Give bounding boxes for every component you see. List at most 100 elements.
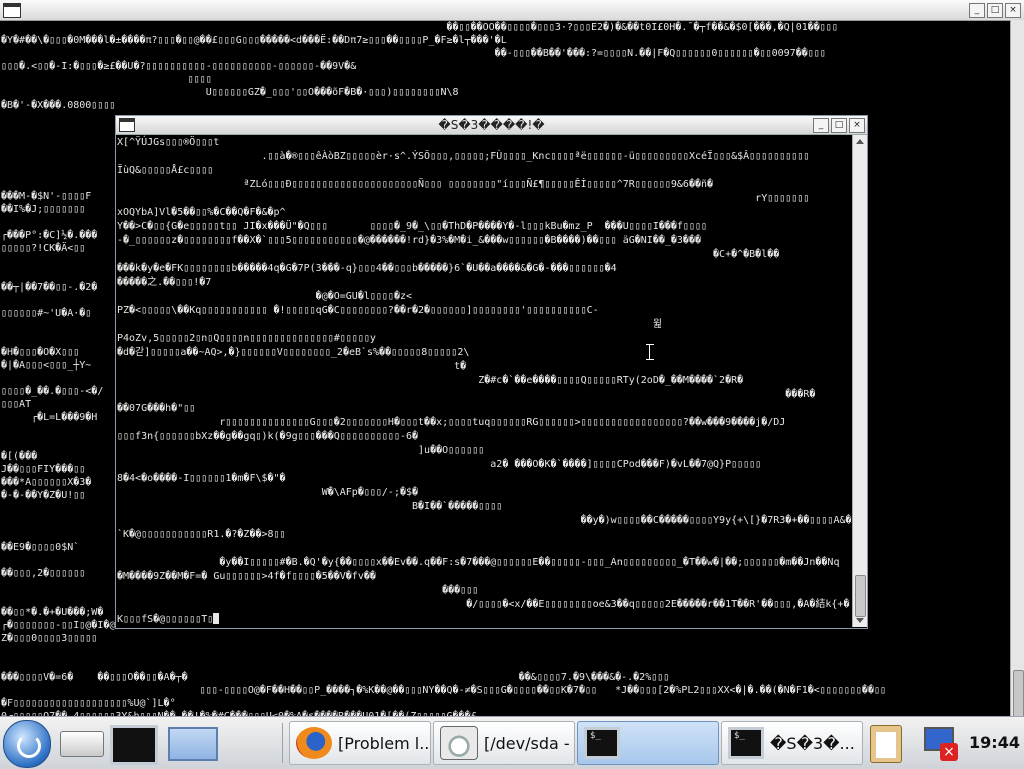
terminal-line: Z�#c�`��e����▯▯▯▯Q▯▯▯▯▯RTy(2oD�_��M����`…: [117, 375, 744, 386]
maximize-button[interactable]: □: [987, 3, 1003, 18]
terminal-line: ��▯▯��OO��▯▯▯▯�▯▯▯3·?▯▯▯E2�)�&��t0I£0H�.…: [1, 22, 838, 33]
text-cursor-icon: [646, 344, 654, 360]
terminal-line: �@�O=GU�l▯▯▯▯�z<: [117, 291, 413, 302]
task-button-label: [Problem l...: [338, 733, 430, 753]
terminal-line: �[(���: [1, 451, 38, 462]
terminal-line: t�: [117, 361, 467, 372]
terminal-line: `K�@▯▯▯▯▯▯▯▯▯▯▯R1.�?�Z��>8▯▯: [117, 529, 286, 540]
minimize-button[interactable]: _: [813, 118, 829, 133]
terminal-line: �H�▯▯▯�O�X▯▯▯: [1, 347, 80, 358]
terminal-line: �/▯▯▯▯�<x/��E▯▯▯▯▯▯▯▯oe&3��q▯▯▯▯▯2E�����…: [117, 599, 850, 610]
terminal-icon: [584, 727, 620, 759]
terminal-line: ┌�L=L���9�H: [1, 412, 98, 423]
terminal-line: X[^ŸÚJGs▯▯▯®Ö▯▯▯t: [117, 137, 220, 148]
taskbar: [Problem l... [/dev/sda - ... �S�3�... ×…: [0, 716, 1024, 769]
terminal-line: �B�'-�X���.0800▯▯▯▯: [1, 100, 116, 111]
terminal-icon: [728, 727, 764, 759]
terminal-line: J��▯▯▯FIY���▯▯: [1, 464, 86, 475]
show-desktop-icon[interactable]: [168, 727, 218, 761]
terminal-line: ��I%�J;▯▯▯▯▯▯▯: [1, 204, 86, 215]
foreground-scrollbar[interactable]: [852, 135, 867, 627]
terminal-line: 윒: [117, 319, 663, 330]
terminal-line: K▯▯▯fS�@▯▯▯▯▯▯T▯: [117, 613, 220, 626]
terminal-line: r▯▯▯▯▯▯▯▯▯▯▯▯▯▯G▯▯▯�2▯▯▯▯▯▯▯H�▯▯▯t��x;▯▯…: [117, 417, 786, 428]
terminal-line: ��07G���h�"▯▯: [117, 403, 196, 414]
terminal-line: ÏùQ&▯▯▯▯▯Å£c▯▯▯▯: [117, 165, 214, 176]
terminal-line: �����之.��▯▯▯!�7: [117, 277, 212, 288]
terminal-line: W�\AFp�▯▯▯/-;�$�: [117, 487, 419, 498]
terminal-line: 8�4<�o����-I▯▯▯▯▯▯1�m�F\$�"�: [117, 473, 286, 484]
terminal-line: ▯▯▯f3n{▯▯▯▯▯▯bXz��g��gq▯)k(�9g▯▯▯���Q▯▯▯…: [117, 431, 419, 442]
foreground-terminal-output[interactable]: X[^ŸÚJGs▯▯▯®Ö▯▯▯t .▯▯à�®▯▯▯êÀòBZ▯▯▯▯▯èr·…: [116, 135, 852, 627]
terminal-line: ��┬|��7��▯▯-.�2�: [1, 282, 98, 293]
terminal-line: �-�-��Y�Z�U!▯▯: [1, 490, 86, 501]
terminal-line: a2� ���O�K�`����]▯▯▯▯CPod���F)�vL��7@Q}P…: [117, 459, 762, 470]
terminal-line: ���M-�$N'-▯▯▯▯F: [1, 191, 92, 202]
terminal-line: rY▯▯▯▯▯▯▯: [117, 193, 810, 204]
terminal-line: �M����9Z��M�F=� Gu▯▯▯▯▯▯>4f�f▯▯▯▯�5��V�f…: [117, 571, 376, 582]
terminal-line: �C+�^�B�l��: [117, 249, 780, 260]
foreground-terminal-window[interactable]: �S�3����!� _ □ × X[^ŸÚJGs▯▯▯®Ö▯▯▯t .▯▯à�…: [115, 115, 868, 629]
window-title: �S�3����!�: [438, 118, 545, 132]
clipboard-icon[interactable]: [870, 725, 902, 763]
terminal-line: ▯▯▯▯�_��.�▯▯▯-<�/: [1, 386, 104, 397]
terminal-line: PZ�<▯▯▯▯▯\��Kq▯▯▯▯▯▯▯▯▯▯▯ �!▯▯▯▯▯qG�C▯▯▯…: [117, 305, 599, 316]
drive-launcher-icon[interactable]: [60, 731, 104, 757]
terminal-line: �d�갇]▯▯▯▯▯a��~AQ>,�}▯▯▯▯▯▯V▯▯▯▯▯▯▯▯_2�eB…: [117, 347, 470, 358]
task-button-label: [/dev/sda - ...: [484, 733, 574, 753]
terminal-line: Z�▯▯▯0▯▯▯▯3▯▯▯▯▯: [1, 633, 98, 644]
terminal-line: ▯▯▯▯▯?!CK�Ä<▯▯: [1, 243, 86, 254]
window-menu-icon[interactable]: [3, 3, 21, 18]
terminal-line: �F▯▯▯▯▯▯▯▯▯▯▯▯▯▯▯▯▯▯▯%U@`]L�°: [1, 698, 176, 709]
task-button-firefox[interactable]: [Problem l...: [289, 721, 431, 765]
terminal-line: ��▯▯▯,2�▯▯▯▯▯▯: [1, 568, 86, 579]
terminal-line: ��-▯▯▯��B��'���:?=▯▯▯▯N.��|F�Q▯▯▯▯▯▯0▯▯▯…: [1, 48, 826, 59]
terminal-launcher-icon[interactable]: [110, 725, 158, 765]
close-button[interactable]: ×: [849, 118, 865, 133]
drive-icon: [440, 726, 478, 760]
terminal-line: xOQYbA]Vl�5��▯▯%�C��Q�F�&�p^: [117, 207, 286, 218]
network-error-icon[interactable]: ×: [918, 725, 958, 761]
scrollbar-thumb[interactable]: [855, 575, 866, 617]
terminal-line: ▯▯▯�.<▯▯�-I:�▯▯▯�≥£��U�?▯▯▯▯▯▯▯▯▯▯-▯▯▯▯▯…: [1, 61, 357, 72]
terminal-line: ▯▯▯-▯▯▯▯O@�F��H��▯▯P_����┐�%K��@��▯▯▯NY�…: [1, 685, 887, 696]
scroll-up-arrow-icon[interactable]: [856, 139, 864, 144]
terminal-line: U▯▯▯▯▯▯GZ�_▯▯▯'▯▯O���õF�B�·▯▯▯)▯▯▯▯▯▯▯▯N…: [1, 87, 459, 98]
terminal-line: �Y�#��\�▯▯▯�0M���l�±����π?▯▯▯�▯▯@��£▯▯▯G…: [1, 35, 507, 46]
terminal-line: ªZLó▯▯▯Ð▯▯▯▯▯▯▯▯▯▯▯▯▯▯▯▯▯▯▯▯▯Ñ▯▯▯ ▯▯▯▯▯▯…: [117, 179, 714, 190]
terminal-line: P4oZv,5▯▯▯▯▯2▯n▯Q▯▯▯▯n▯▯▯▯▯▯▯▯▯▯▯▯▯▯#▯▯▯…: [117, 333, 376, 344]
terminal-line: ┌�▯▯▯▯▯▯▯-▯▯I▯@�I�@Z: [1, 620, 122, 631]
maximize-button[interactable]: □: [831, 118, 847, 133]
foreground-window-titlebar[interactable]: �S�3����!� _ □ ×: [116, 116, 867, 135]
terminal-line: ���▯▯▯: [117, 585, 479, 596]
terminal-cursor: [213, 613, 220, 624]
close-button[interactable]: ×: [1005, 3, 1021, 18]
terminal-line: �y��I▯▯▯▯▯#�B.�Q'�y{��▯▯▯▯x��Ev��.q��F:s…: [117, 557, 840, 568]
start-menu-icon[interactable]: [3, 720, 51, 768]
clock[interactable]: 19:44: [965, 717, 1024, 769]
terminal-line: ���▯▯▯▯V�=6� ��▯▯▯O��▯▯�A�┬� ��&▯▯▯▯7.�9…: [1, 672, 670, 683]
terminal-line: ��y�)w▯▯▯▯��C�����▯▯▯▯Y9y{+\[}�7R3�+��▯▯…: [117, 515, 852, 526]
background-scrollbar[interactable]: [1010, 20, 1024, 727]
terminal-line: -�_▯▯▯▯▯▯z�▯▯▯▯▯▯▯▯f��X�`▯▯▯5▯▯▯▯▯▯▯▯▯▯▯…: [117, 235, 701, 246]
terminal-line: ��E9�▯▯▯▯0$N`: [1, 542, 80, 553]
terminal-line: �|�A▯▯▯<▯▯▯_┼Y~: [1, 360, 92, 371]
terminal-line: ���R�: [117, 389, 816, 400]
taskbar-separator: [282, 723, 283, 763]
task-button-label: �S�3�...: [770, 733, 855, 753]
scroll-down-arrow-icon[interactable]: [856, 618, 864, 623]
terminal-line: B�I��`�����▯▯▯▯: [117, 501, 503, 512]
task-button-terminal-active[interactable]: [577, 721, 719, 765]
terminal-line: ���*A▯▯▯▯▯▯X�3�: [1, 477, 92, 488]
task-button-disk[interactable]: [/dev/sda - ...: [433, 721, 575, 765]
terminal-line: ��▯▯*�.�+�U���;W�: [1, 607, 104, 618]
terminal-line: ▯▯▯▯▯▯#~'U�A·�▯: [1, 308, 92, 319]
terminal-line: ���k�y�e�FK▯▯▯▯▯▯▯▯b�����4q�G�7P(3���-q}…: [117, 263, 617, 274]
background-window-titlebar[interactable]: _ □ ×: [0, 0, 1024, 21]
task-button-terminal[interactable]: �S�3�...: [721, 721, 863, 765]
terminal-line: ▯▯▯▯: [1, 74, 212, 85]
minimize-button[interactable]: _: [969, 3, 985, 18]
terminal-line: .▯▯à�®▯▯▯êÀòBZ▯▯▯▯▯èr·s^.ÝSÖ▯▯▯,▯▯▯▯▯;FÙ…: [117, 151, 810, 162]
firefox-icon: [296, 727, 332, 759]
